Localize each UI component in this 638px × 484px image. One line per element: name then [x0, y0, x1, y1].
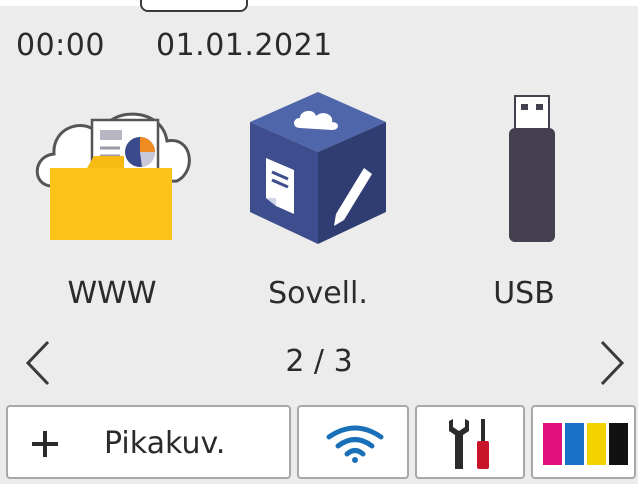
status-time: 00:00	[16, 28, 105, 63]
ink-cartridges-icon	[543, 423, 628, 465]
shortcuts-button[interactable]: Pikakuv.	[6, 405, 291, 479]
app-sovell[interactable]: Sovell.	[218, 86, 418, 316]
ink-button[interactable]	[531, 405, 636, 479]
app-label-usb: USB	[493, 276, 555, 311]
app-usb[interactable]: USB	[424, 86, 624, 316]
apps-cube-icon	[250, 92, 386, 244]
wifi-button[interactable]	[297, 405, 409, 479]
shortcuts-label: Pikakuv.	[104, 426, 226, 461]
page-indicator: 2 / 3	[285, 344, 353, 379]
top-tab[interactable]	[140, 0, 248, 12]
usb-drive-icon	[509, 95, 555, 242]
plus-icon	[32, 431, 58, 457]
app-label-www: WWW	[67, 276, 157, 311]
tools-icon	[449, 419, 489, 469]
settings-button[interactable]	[415, 405, 525, 479]
app-www[interactable]: WWW	[12, 86, 212, 316]
chevron-left-icon[interactable]	[14, 338, 64, 388]
wifi-icon	[326, 425, 384, 463]
chevron-right-icon[interactable]	[586, 338, 636, 388]
web-cloud-folder-icon	[35, 112, 191, 240]
app-label-sovell: Sovell.	[268, 276, 368, 311]
top-strip	[0, 0, 638, 6]
status-date: 01.01.2021	[156, 28, 333, 63]
